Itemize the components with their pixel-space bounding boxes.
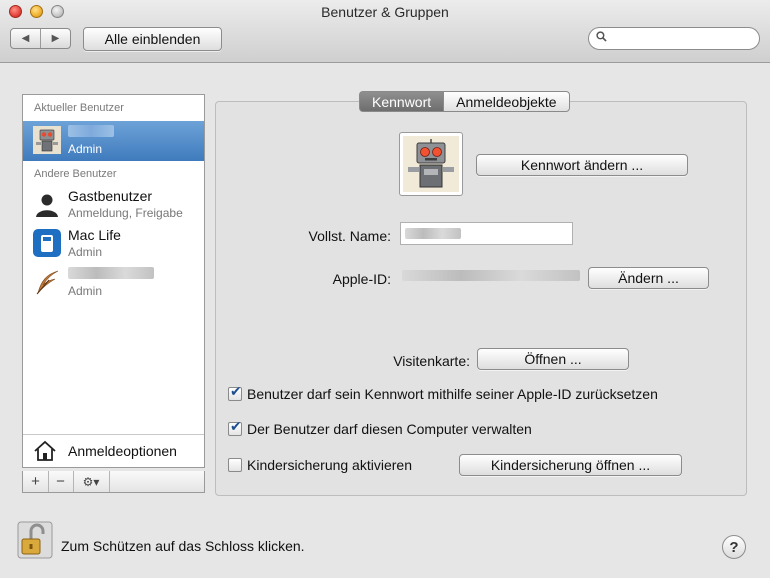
admin-label: Der Benutzer darf diesen Computer verwal… [247,421,532,437]
user-name-redacted [68,125,114,137]
title-bar: Benutzer & Gruppen ◀ ▶ Alle einblenden [0,0,770,63]
login-options-item[interactable]: Anmeldeoptionen [23,434,204,467]
full-name-redacted [405,228,461,239]
user-name: Mac Life [68,227,121,243]
login-options-label: Anmeldeoptionen [68,443,177,459]
apple-id-value [402,270,580,281]
forward-button[interactable]: ▶ [40,29,70,48]
search-field[interactable] [588,27,760,50]
user-list: Aktueller Benutzer Admin Andere Benutzer… [22,94,205,468]
apple-id-reset-checkbox[interactable] [228,384,242,401]
help-button[interactable]: ? [722,535,746,559]
other-users-header: Andere Benutzer [34,168,117,180]
current-user-header: Aktueller Benutzer [34,102,124,114]
lock-hint-text: Zum Schützen auf das Schloss klicken. [61,538,305,554]
user-row-redacted[interactable]: Admin [23,263,204,303]
remove-user-button[interactable]: − [48,471,74,492]
full-name-label: Vollst. Name: [308,228,391,244]
search-icon [596,31,607,42]
house-icon [34,440,56,461]
full-name-field[interactable] [400,222,573,245]
user-name [68,124,114,140]
window-title: Benutzer & Gruppen [321,4,449,20]
user-row-mac-life[interactable]: Mac Life Admin [23,224,204,264]
vcard-label: Visitenkarte: [393,353,470,369]
user-role: Admin [68,284,103,298]
open-vcard-button[interactable]: Öffnen ... [477,348,629,370]
user-row-guest[interactable]: Gastbenutzer Anmeldung, Freigabe [23,185,204,225]
user-role: Admin [68,142,103,156]
change-password-button[interactable]: Kennwort ändern ... [476,154,688,176]
feather-icon [36,270,59,295]
user-role: Anmeldung, Freigabe [68,206,183,220]
user-list-toolbar: + − ⚙▾ [22,471,205,493]
action-menu-button[interactable]: ⚙▾ [73,471,110,492]
apple-id-reset-label: Benutzer darf sein Kennwort mithilfe sei… [247,386,658,402]
user-name-redacted [68,267,154,279]
user-row-current-admin[interactable]: Admin [23,121,204,161]
back-button[interactable]: ◀ [11,29,40,48]
guest-silhouette-icon [36,194,58,217]
user-name [68,266,154,282]
tab-login-items[interactable]: Anmeldeobjekte [443,91,570,112]
admin-checkbox[interactable] [228,419,242,436]
lock-icon[interactable] [17,521,53,559]
users-groups-window: Benutzer & Gruppen ◀ ▶ Alle einblenden A… [0,0,770,578]
parental-controls-checkbox[interactable] [228,458,242,472]
tab-password[interactable]: Kennwort [359,91,444,112]
robot-icon [33,126,61,154]
user-picture[interactable] [399,132,463,196]
add-user-button[interactable]: + [23,471,49,492]
user-role: Admin [68,245,103,259]
mac-life-icon [33,229,61,257]
history-nav: ◀ ▶ [10,28,71,49]
change-apple-id-button[interactable]: Ändern ... [588,267,709,289]
tab-bar: Kennwort Anmeldeobjekte [359,91,570,112]
user-name: Gastbenutzer [68,188,153,204]
apple-id-label: Apple-ID: [332,271,391,287]
robot-icon [403,136,459,192]
open-parental-controls-button[interactable]: Kindersicherung öffnen ... [459,454,682,476]
parental-controls-label: Kindersicherung aktivieren [247,457,412,473]
show-all-button[interactable]: Alle einblenden [83,27,222,51]
